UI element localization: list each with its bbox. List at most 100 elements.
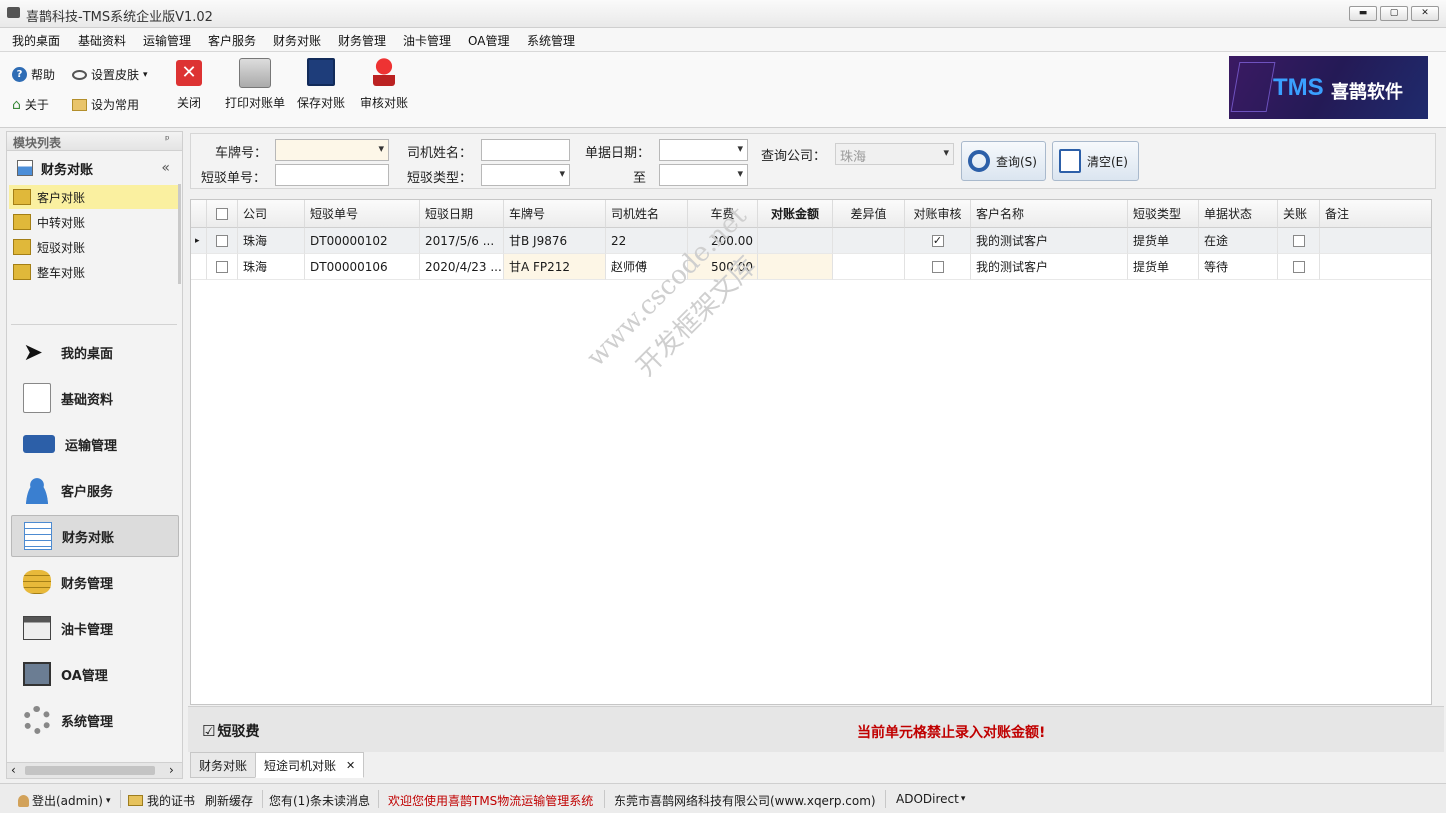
about-button[interactable]: ⌂ 关于 [12, 96, 49, 113]
save-button[interactable]: 保存对账 [290, 58, 352, 111]
tab-shuttle-driver[interactable]: 短途司机对账 ✕ [255, 752, 365, 778]
horizontal-scrollbar[interactable]: ‹ › [7, 762, 182, 778]
cell-diff[interactable] [833, 228, 905, 254]
header-select-all[interactable] [207, 200, 238, 228]
date-to-picker[interactable] [659, 164, 748, 186]
cell-fee[interactable]: 500.00 [688, 254, 758, 280]
minimize-button[interactable]: ▬ [1349, 6, 1377, 21]
cell-driver[interactable]: 22 [606, 228, 688, 254]
col-header-driver[interactable]: 司机姓名 [606, 200, 688, 228]
driver-input[interactable] [481, 139, 570, 161]
menu-customer-service[interactable]: 客户服务 [208, 32, 256, 49]
col-header-audit[interactable]: 对账审核 [905, 200, 971, 228]
refresh-cache-button[interactable]: 刷新缓存 [205, 792, 253, 809]
row-checkbox[interactable] [216, 234, 228, 247]
menu-system[interactable]: 系统管理 [527, 32, 575, 49]
nav-system[interactable]: 系统管理 [11, 699, 179, 741]
nav-oa[interactable]: OA管理 [11, 653, 179, 695]
pin-icon[interactable]: ᵖ [165, 133, 170, 146]
cell-order[interactable]: DT00000102 [305, 228, 420, 254]
unread-messages[interactable]: 您有(1)条未读消息 [269, 792, 370, 809]
col-header-company[interactable]: 公司 [238, 200, 305, 228]
table-row[interactable]: 珠海 DT00000106 2020/4/23 ... 甘A FP212 赵师傅… [191, 254, 1431, 280]
cell-customer[interactable]: 我的测试客户 [971, 228, 1128, 254]
col-header-status[interactable]: 单据状态 [1199, 200, 1278, 228]
cell-driver[interactable]: 赵师傅 [606, 254, 688, 280]
menu-oa[interactable]: OA管理 [468, 32, 509, 49]
type-combo[interactable] [481, 164, 570, 186]
col-header-plate[interactable]: 车牌号 [504, 200, 606, 228]
cell-amount[interactable] [758, 228, 833, 254]
scroll-right-icon[interactable]: › [169, 763, 174, 777]
cell-company[interactable]: 珠海 [238, 228, 305, 254]
row-checkbox[interactable] [216, 260, 228, 273]
cert-button[interactable]: 我的证书 [128, 792, 195, 809]
col-header-customer[interactable]: 客户名称 [971, 200, 1128, 228]
cell-type[interactable]: 提货单 [1128, 228, 1199, 254]
close-window-button[interactable]: ✕ [1411, 6, 1439, 21]
cell-amount[interactable] [758, 254, 833, 280]
cell-plate[interactable]: 甘B J9876 [504, 228, 606, 254]
clear-button[interactable]: 清空(E) [1052, 141, 1139, 181]
audit-button[interactable]: 审核对账 [353, 58, 415, 111]
help-button[interactable]: ? 帮助 [12, 66, 55, 83]
cell-type[interactable]: 提货单 [1128, 254, 1199, 280]
closed-checkbox[interactable] [1292, 234, 1305, 247]
maximize-button[interactable]: ▢ [1380, 6, 1408, 21]
cell-closed[interactable] [1278, 228, 1320, 254]
shuttle-fee-checkbox[interactable]: ☑ 短驳费 [202, 721, 259, 741]
col-header-note[interactable]: 备注 [1320, 200, 1431, 228]
closed-checkbox[interactable] [1292, 260, 1305, 273]
sub-item-transfer[interactable]: 中转对账 [9, 210, 179, 234]
cell-audit[interactable]: ✓ [905, 228, 971, 254]
table-row[interactable]: ▸ 珠海 DT00000102 2017/5/6 ... 甘B J9876 22… [191, 228, 1431, 254]
collapse-icon[interactable]: « [161, 160, 170, 176]
date-from-picker[interactable] [659, 139, 748, 161]
nav-base-data[interactable]: 基础资料 [11, 377, 179, 419]
menu-base-data[interactable]: 基础资料 [78, 32, 126, 49]
menu-transport[interactable]: 运输管理 [143, 32, 191, 49]
sub-item-fulltruck[interactable]: 整车对账 [9, 260, 179, 284]
cell-note[interactable] [1320, 254, 1431, 280]
plate-combo[interactable] [275, 139, 389, 161]
col-header-type[interactable]: 短驳类型 [1128, 200, 1199, 228]
company-combo[interactable]: 珠海 [835, 143, 954, 165]
cell-note[interactable] [1320, 228, 1431, 254]
menu-fuel-card[interactable]: 油卡管理 [403, 32, 451, 49]
nav-customer-service[interactable]: 客户服务 [11, 469, 179, 511]
cell-closed[interactable] [1278, 254, 1320, 280]
print-button[interactable]: 打印对账单 [222, 58, 288, 111]
col-header-order[interactable]: 短驳单号 [305, 200, 420, 228]
cell-date[interactable]: 2020/4/23 ... [420, 254, 504, 280]
cell-order[interactable]: DT00000106 [305, 254, 420, 280]
set-common-button[interactable]: 设为常用 [72, 96, 139, 113]
sub-item-shuttle[interactable]: 短驳对账 [9, 235, 179, 259]
col-header-amount[interactable]: 对账金额 [758, 200, 833, 228]
cell-company[interactable]: 珠海 [238, 254, 305, 280]
audit-checkbox[interactable] [931, 260, 944, 273]
sub-item-customer[interactable]: 客户对账 [9, 185, 179, 209]
select-all-checkbox[interactable] [216, 207, 228, 220]
skin-button[interactable]: 设置皮肤 ▾ [72, 66, 148, 83]
col-header-date[interactable]: 短驳日期 [420, 200, 504, 228]
connection-menu[interactable]: ADODirect ▾ [896, 792, 965, 806]
nav-finance-manage[interactable]: 财务管理 [11, 561, 179, 603]
cell-status[interactable]: 等待 [1199, 254, 1278, 280]
col-header-closed[interactable]: 关账 [1278, 200, 1320, 228]
cell-diff[interactable] [833, 254, 905, 280]
cell-fee[interactable]: 200.00 [688, 228, 758, 254]
col-header-diff[interactable]: 差异值 [833, 200, 905, 228]
cell-plate[interactable]: 甘A FP212 [504, 254, 606, 280]
nav-desktop[interactable]: ➤ 我的桌面 [11, 331, 179, 373]
menu-finance-manage[interactable]: 财务管理 [338, 32, 386, 49]
nav-finance-reconcile[interactable]: 财务对账 [11, 515, 179, 557]
close-tab-icon[interactable]: ✕ [346, 759, 355, 772]
cell-date[interactable]: 2017/5/6 ... [420, 228, 504, 254]
scroll-thumb[interactable] [25, 766, 155, 775]
nav-transport[interactable]: 运输管理 [11, 423, 179, 465]
menu-desktop[interactable]: 我的桌面 [12, 32, 60, 49]
audit-checkbox-checked[interactable]: ✓ [931, 234, 944, 247]
cell-status[interactable]: 在途 [1199, 228, 1278, 254]
menu-finance-reconcile[interactable]: 财务对账 [273, 32, 321, 49]
close-button[interactable]: ✕ 关闭 [158, 58, 220, 111]
